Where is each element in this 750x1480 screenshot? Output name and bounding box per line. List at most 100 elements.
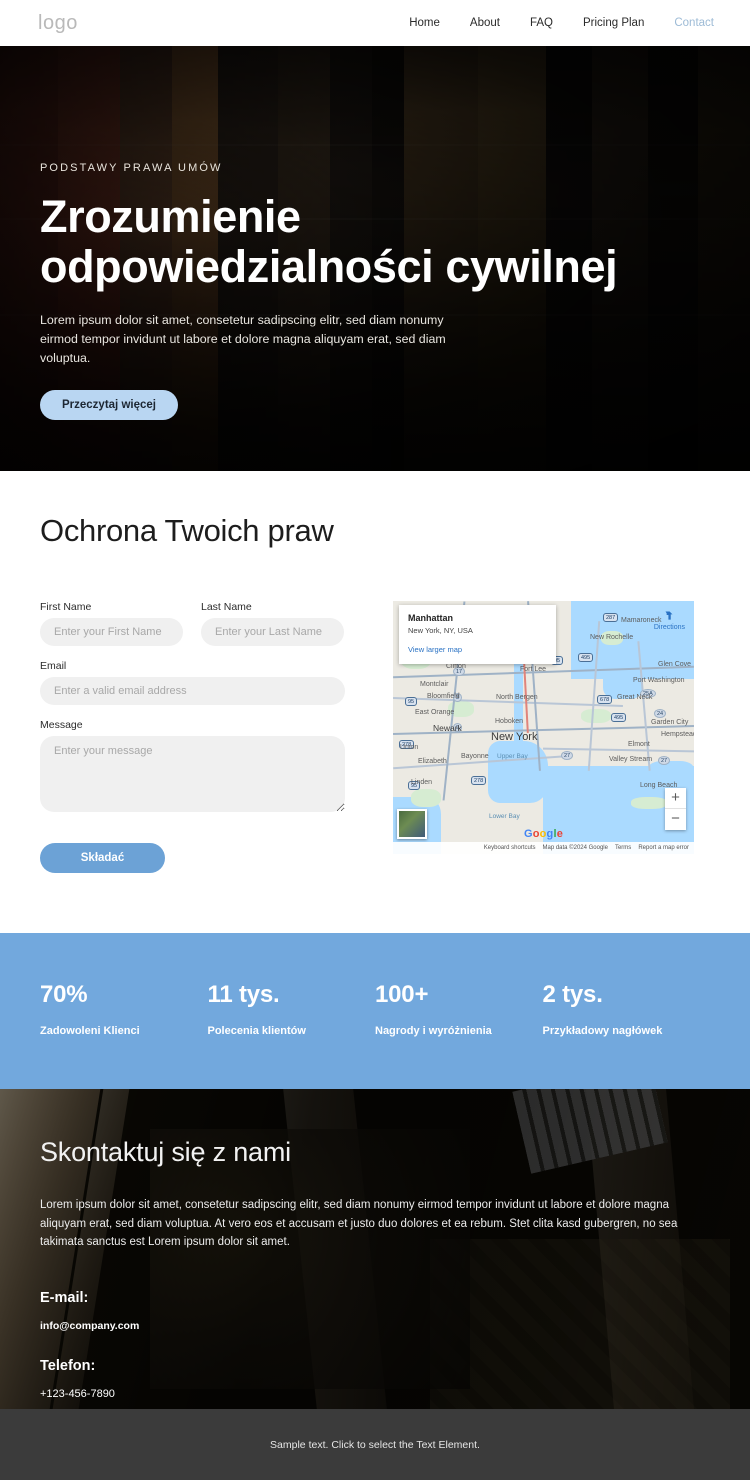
- map-place-title: Manhattan: [408, 613, 453, 623]
- map-place-address: New York, NY, USA: [408, 626, 473, 635]
- map-place-label: North Bergen: [496, 694, 538, 701]
- map-place-label: Newark: [433, 723, 462, 733]
- last-name-input[interactable]: [201, 618, 344, 646]
- name-fields-row: First Name Last Name: [40, 601, 345, 660]
- map-shield-24: 24: [654, 709, 667, 718]
- map-street-view-thumbnail[interactable]: [397, 809, 427, 839]
- message-label: Message: [40, 719, 83, 731]
- map-place-label: Elmont: [628, 741, 650, 748]
- stat-value: 11 tys.: [207, 981, 280, 1008]
- map-shield-27b: 27: [658, 756, 671, 765]
- map-place-label: Great Neck: [617, 694, 653, 701]
- map-place-label: Garden City: [651, 719, 689, 726]
- stat-value: 100+: [375, 981, 429, 1008]
- stat-item-1: 11 tys. Polecenia klientów: [208, 981, 376, 1037]
- message-textarea[interactable]: [40, 736, 345, 812]
- email-value[interactable]: info@company.com: [40, 1320, 710, 1332]
- map-place-label: Hoboken: [495, 718, 524, 725]
- stat-value: 70%: [40, 981, 88, 1008]
- main-navigation: Home About FAQ Pricing Plan Contact: [409, 17, 714, 29]
- submit-button[interactable]: Składać: [40, 843, 165, 873]
- last-name-label: Last Name: [201, 601, 252, 613]
- nav-item-faq[interactable]: FAQ: [530, 17, 553, 29]
- directions-button[interactable]: Directions: [654, 608, 685, 631]
- stat-label: Zadowoleni Klienci: [40, 1025, 140, 1037]
- hero-cta-button[interactable]: Przeczytaj więcej: [40, 390, 178, 421]
- contact-form: First Name Last Name Email Message: [40, 601, 345, 873]
- first-name-field-group: First Name: [40, 601, 183, 646]
- map-place-label: Port Washington: [633, 677, 685, 684]
- map-place-label: Linden: [411, 779, 433, 786]
- site-logo[interactable]: logo: [38, 12, 78, 35]
- hero-content: PODSTAWY PRAWA UMÓW Zrozumienie odpowied…: [0, 46, 660, 421]
- map-attribution: Map data ©2024 Google: [542, 845, 608, 851]
- stat-label: Polecenia klientów: [207, 1025, 306, 1037]
- map-shield-i95: 95: [405, 697, 418, 706]
- terms-link[interactable]: Terms: [615, 845, 631, 851]
- phone-value[interactable]: +123-456-7890: [40, 1388, 710, 1400]
- map-shield-i287: 287: [603, 613, 619, 622]
- footer-text[interactable]: Sample text. Click to select the Text El…: [270, 1439, 480, 1451]
- contact-content: Skontaktuj się z nami Lorem ipsum dolor …: [40, 1137, 710, 1400]
- first-name-label: First Name: [40, 601, 92, 613]
- email-heading: E-mail:: [40, 1289, 89, 1306]
- map-place-label: Glen Cove: [658, 661, 692, 668]
- hero-section: PODSTAWY PRAWA UMÓW Zrozumienie odpowied…: [0, 46, 750, 471]
- email-label: Email: [40, 660, 67, 672]
- map-info-card: Manhattan New York, NY, USA View larger …: [399, 605, 556, 664]
- map-place-label: Hempstead: [661, 731, 694, 738]
- email-field-group: Email: [40, 660, 345, 705]
- first-name-input[interactable]: [40, 618, 183, 646]
- last-name-field-group: Last Name: [201, 601, 344, 646]
- keyboard-shortcuts-link[interactable]: Keyboard shortcuts: [484, 845, 536, 851]
- page-root: logo Home About FAQ Pricing Plan Contact: [0, 0, 750, 1480]
- contact-section: Skontaktuj się z nami Lorem ipsum dolor …: [0, 1089, 750, 1409]
- map-shield-i278b: 278: [471, 776, 487, 785]
- map-place-label: Union: [400, 744, 419, 751]
- site-footer: Sample text. Click to select the Text El…: [0, 1409, 750, 1480]
- map-place-label: Lower Bay: [489, 813, 520, 820]
- map-place-label: Elizabeth: [418, 758, 447, 765]
- map-place-label: Bayonne: [461, 753, 489, 760]
- google-map[interactable]: 95 278 95 278 95 495 678 495 287 17 3 9 …: [393, 601, 694, 854]
- nav-item-contact[interactable]: Contact: [674, 17, 714, 29]
- map-place-label: Upper Bay: [497, 753, 528, 760]
- contact-title: Skontaktuj się z nami: [40, 1137, 291, 1167]
- nav-item-home[interactable]: Home: [409, 17, 440, 29]
- map-place-label: East Orange: [415, 709, 455, 716]
- stat-item-0: 70% Zadowoleni Klienci: [40, 981, 208, 1037]
- hero-subtitle: Lorem ipsum dolor sit amet, consetetur s…: [40, 312, 446, 366]
- nav-item-about[interactable]: About: [470, 17, 500, 29]
- phone-heading: Telefon:: [40, 1357, 96, 1374]
- hero-eyebrow: PODSTAWY PRAWA UMÓW: [40, 162, 223, 174]
- nav-item-pricing-plan[interactable]: Pricing Plan: [583, 17, 644, 29]
- zoom-in-button[interactable]: +: [665, 788, 686, 809]
- map-place-label: Valley Stream: [609, 756, 653, 763]
- map-shield-i678: 678: [597, 695, 613, 704]
- stat-item-2: 100+ Nagrody i wyróżnienia: [375, 981, 543, 1037]
- stats-section: 70% Zadowoleni Klienci 11 tys. Polecenia…: [0, 933, 750, 1089]
- stat-label: Przykładowy nagłówek: [542, 1025, 663, 1037]
- form-and-map-wrapper: First Name Last Name Email Message: [0, 601, 750, 873]
- map-place-label: Montclair: [420, 681, 449, 688]
- map-place-label: New Rochelle: [590, 634, 634, 641]
- view-larger-map-link[interactable]: View larger map: [408, 645, 547, 654]
- directions-icon: [665, 611, 673, 620]
- email-input[interactable]: [40, 677, 345, 705]
- map-shield-27: 27: [561, 751, 574, 760]
- map-footer-bar: Keyboard shortcuts Map data ©2024 Google…: [393, 842, 694, 854]
- hero-title: Zrozumienie odpowiedzialności cywilnej: [40, 191, 618, 293]
- map-place-label: New York: [491, 731, 538, 743]
- map-park-4: [631, 797, 667, 809]
- report-error-link[interactable]: Report a map error: [638, 845, 689, 851]
- map-place-label: Clifton: [446, 663, 466, 670]
- directions-label: Directions: [653, 624, 685, 631]
- section-title: Ochrona Twoich praw: [40, 513, 334, 548]
- message-field-group: Message: [40, 719, 345, 817]
- google-logo: Google: [523, 828, 564, 840]
- contact-form-section: Ochrona Twoich praw First Name Last Name…: [0, 471, 750, 933]
- map-park-3: [581, 709, 611, 723]
- map-place-label: Fort Lee: [520, 666, 547, 673]
- map-zoom-controls[interactable]: + −: [665, 788, 686, 830]
- zoom-out-button[interactable]: −: [665, 809, 686, 830]
